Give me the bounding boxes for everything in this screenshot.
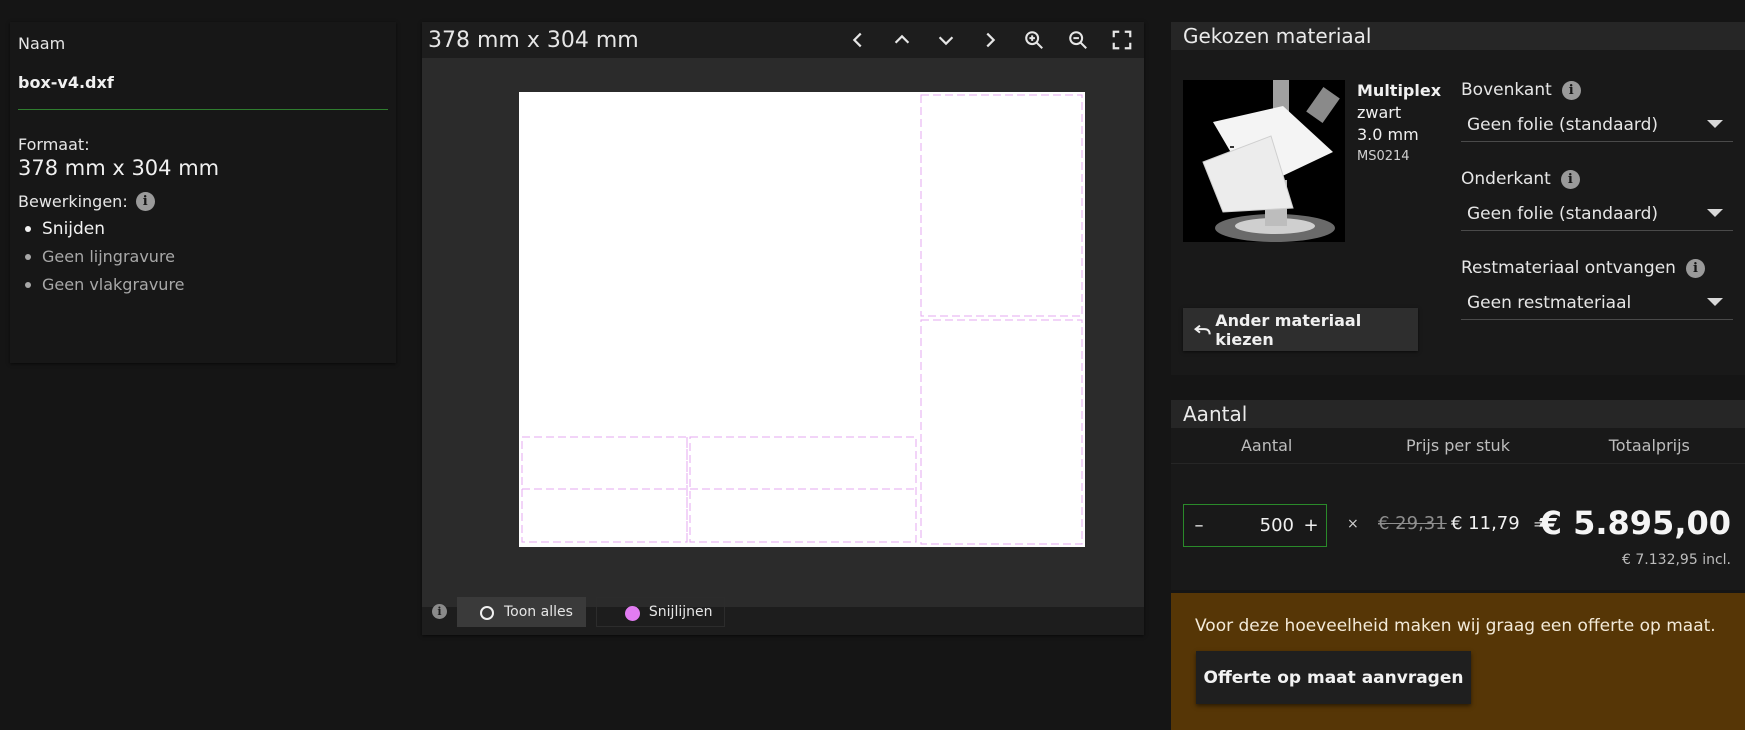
chevron-right-icon (986, 32, 996, 48)
quantity-panel: Aantal Aantal Prijs per stuk Totaalprijs… (1171, 400, 1745, 590)
custom-quote-panel: Voor deze hoeveelheid maken wij graag ee… (1171, 593, 1745, 730)
operation-item: Geen vlakgravure (18, 271, 388, 299)
quantity-stepper[interactable]: – 500 + (1183, 504, 1327, 547)
times-sign: × (1347, 516, 1359, 532)
material-code: MS0214 (1357, 149, 1410, 164)
show-all-button[interactable]: Toon alles (457, 596, 586, 627)
quantity-columns: Aantal Prijs per stuk Totaalprijs (1171, 428, 1745, 464)
file-name: box-v4.dxf (18, 73, 114, 92)
undo-icon (1193, 324, 1211, 334)
pan-down-button[interactable] (924, 22, 968, 58)
zoom-out-button[interactable] (1056, 22, 1100, 58)
top-side-select[interactable]: Geen folie (standaard) (1461, 108, 1733, 142)
info-icon[interactable]: i (1561, 80, 1581, 100)
dropdown-caret-icon (1707, 209, 1723, 217)
fullscreen-icon (1112, 30, 1132, 50)
total-price: € 5.895,00 (1539, 504, 1731, 542)
material-thickness: 3.0 mm (1357, 125, 1419, 144)
operations-list: Snijden Geen lijngravure Geen vlakgravur… (18, 215, 388, 299)
material-header: Gekozen materiaal (1171, 22, 1745, 50)
material-description: Multiplex zwart 3.0 mm MS0214 (1357, 80, 1441, 168)
col-total-price: Totaalprijs (1608, 436, 1690, 455)
info-icon[interactable]: i (135, 192, 155, 211)
col-unit-price: Prijs per stuk (1406, 436, 1510, 455)
divider (18, 109, 388, 110)
info-icon[interactable]: i (432, 604, 447, 619)
circle-outline-icon (480, 605, 494, 620)
quantity-input[interactable]: 500 (1214, 515, 1296, 536)
drawing-canvas[interactable] (422, 58, 1144, 607)
bottom-side-select[interactable]: Geen folie (standaard) (1461, 197, 1733, 231)
chevron-up-icon (894, 34, 910, 44)
operations-label: Bewerkingen: (18, 192, 128, 211)
format-value: 378 mm x 304 mm (18, 156, 220, 180)
pan-right-button[interactable] (968, 22, 1012, 58)
custom-quote-text: Voor deze hoeveelheid maken wij graag ee… (1195, 616, 1716, 636)
bottom-side-value: Geen folie (standaard) (1467, 203, 1659, 224)
zoom-in-icon (1025, 31, 1043, 49)
quantity-header: Aantal (1171, 400, 1745, 428)
change-material-label: Ander materiaal kiezen (1215, 310, 1362, 349)
cut-lines-drawing (521, 94, 1083, 545)
material-sheet (519, 92, 1085, 547)
dropdown-caret-icon (1707, 120, 1723, 128)
viewer-footer: i Toon alles Snijlijnen (422, 588, 1144, 635)
request-quote-button[interactable]: Offerte op maat aanvragen (1196, 651, 1471, 704)
material-photo (1183, 80, 1345, 242)
format-label: Formaat: (18, 135, 90, 154)
material-name: Multiplex (1357, 81, 1442, 100)
dropdown-caret-icon (1707, 298, 1723, 306)
cut-lines-label: Snijlijnen (648, 603, 713, 620)
top-side-option: Bovenkant i Geen folie (standaard) (1461, 80, 1733, 142)
zoom-in-button[interactable] (1012, 22, 1056, 58)
viewer-panel: 378 mm x 304 mm i Toon alles Snijlijnen (422, 22, 1144, 635)
col-quantity: Aantal (1240, 436, 1293, 455)
total-price-incl: € 7.132,95 incl. (1622, 552, 1731, 568)
increment-button[interactable]: + (1296, 515, 1326, 536)
operation-item: Snijden (18, 215, 388, 243)
operation-item: Geen lijngravure (18, 243, 388, 271)
pan-up-button[interactable] (880, 22, 924, 58)
zoom-out-icon (1069, 31, 1087, 49)
old-unit-price: € 29,31 (1378, 513, 1447, 534)
operations-row: Bewerkingen: i (18, 192, 388, 211)
rest-material-select[interactable]: Geen restmateriaal (1461, 286, 1733, 320)
viewer-title: 378 mm x 304 mm (428, 27, 639, 53)
show-all-label: Toon alles (504, 603, 573, 620)
material-image (1183, 80, 1345, 242)
top-side-value: Geen folie (standaard) (1467, 114, 1659, 135)
info-icon[interactable]: i (1560, 169, 1580, 189)
fullscreen-button[interactable] (1100, 22, 1144, 58)
rest-material-label: Restmateriaal ontvangen (1461, 258, 1676, 278)
cut-line-color-dot (624, 605, 640, 621)
viewer-header: 378 mm x 304 mm (422, 22, 1144, 58)
decrement-button[interactable]: – (1184, 515, 1214, 536)
material-color: zwart (1357, 103, 1402, 122)
name-label: Naam (18, 34, 66, 53)
material-panel: Gekozen materiaal Multiplex zwart 3.0 mm… (1171, 22, 1745, 375)
cut-lines-button[interactable]: Snijlijnen (595, 596, 726, 627)
rest-material-value: Geen restmateriaal (1467, 292, 1632, 313)
bottom-side-option: Onderkant i Geen folie (standaard) (1461, 169, 1733, 231)
change-material-button[interactable]: Ander materiaal kiezen (1183, 308, 1418, 351)
file-info-panel: Naam box-v4.dxf Formaat: 378 mm x 304 mm… (10, 22, 396, 363)
rest-material-option: Restmateriaal ontvangen i Geen restmateri… (1461, 258, 1733, 320)
unit-price: € 11,79 (1451, 513, 1520, 534)
chevron-left-icon (852, 32, 862, 48)
top-side-label: Bovenkant (1461, 80, 1552, 100)
pan-left-button[interactable] (836, 22, 880, 58)
info-icon[interactable]: i (1685, 258, 1705, 278)
bottom-side-label: Onderkant (1461, 169, 1551, 189)
chevron-down-icon (938, 36, 954, 46)
